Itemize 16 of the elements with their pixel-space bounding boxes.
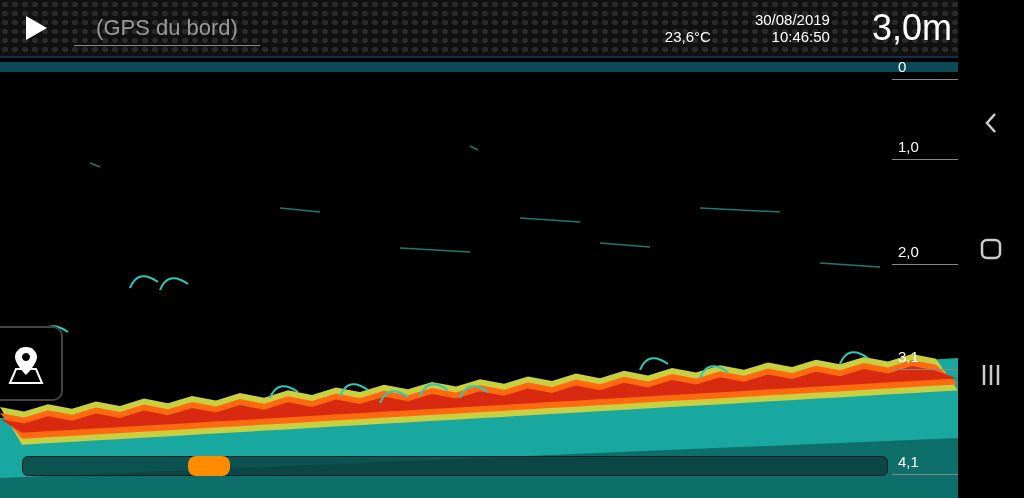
map-button[interactable] [0, 326, 63, 401]
water-temperature: 23,6°C [664, 26, 711, 47]
time-text: 10:46:50 [771, 28, 830, 45]
date-text: 30/08/2019 [754, 11, 830, 28]
depth-scale-label: 0 [898, 58, 907, 76]
depth-reading: 3,0m [871, 6, 952, 50]
home-icon [980, 238, 1002, 260]
back-icon [985, 112, 997, 134]
depth-scale-label: 1,0 [898, 138, 919, 156]
recents-icon [981, 364, 1001, 386]
history-slider[interactable] [22, 456, 888, 476]
depth-scale-label: 2,0 [898, 243, 919, 261]
play-icon [24, 15, 48, 41]
depth-scale-label: 4,1 [898, 453, 919, 471]
gps-field[interactable]: (GPS du bord) [74, 10, 260, 46]
slider-thumb[interactable] [187, 456, 230, 476]
